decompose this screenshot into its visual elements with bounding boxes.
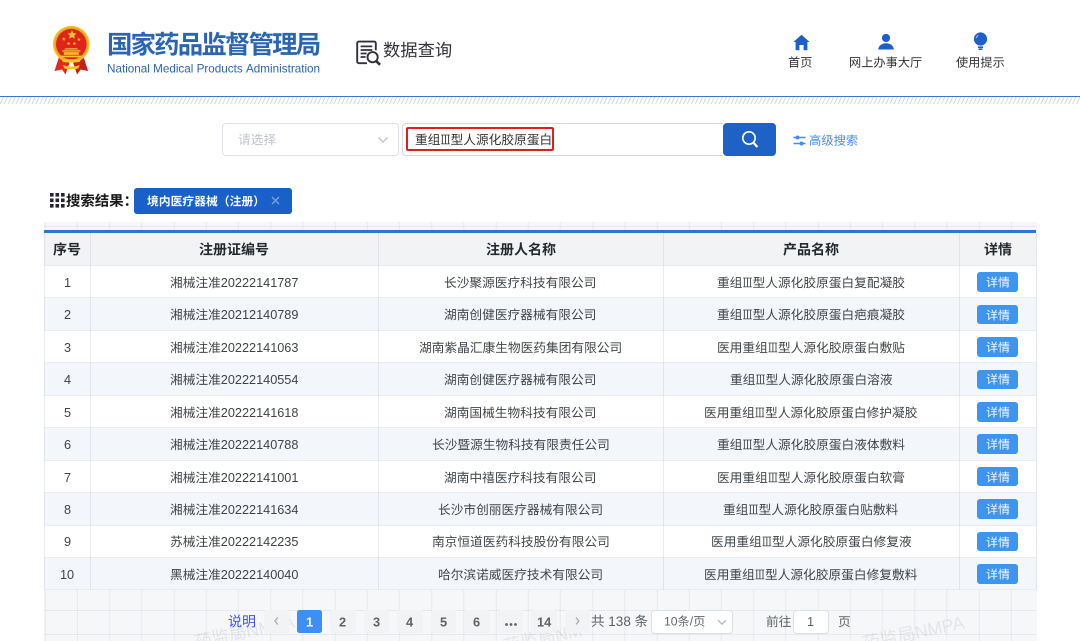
- svg-text:5: 5: [64, 406, 71, 420]
- svg-text:Products: Products: [197, 62, 243, 75]
- svg-text:20212140789: 20212140789: [221, 308, 299, 322]
- svg-text:1: 1: [807, 615, 814, 629]
- svg-text:20222140554: 20222140554: [221, 373, 299, 387]
- svg-text:6: 6: [473, 614, 480, 629]
- svg-text:4: 4: [64, 373, 71, 387]
- svg-text:9: 9: [64, 536, 71, 550]
- svg-text:14: 14: [537, 614, 552, 629]
- svg-text:Administration: Administration: [246, 62, 320, 75]
- svg-text:National: National: [107, 62, 150, 75]
- svg-text:1: 1: [64, 276, 71, 290]
- svg-text:5: 5: [440, 614, 447, 629]
- svg-text:8: 8: [64, 503, 71, 517]
- svg-text:20222141001: 20222141001: [221, 471, 299, 485]
- svg-text:7: 7: [64, 471, 71, 485]
- svg-text:20222141618: 20222141618: [221, 406, 299, 420]
- svg-text:3: 3: [64, 341, 71, 355]
- svg-text:10: 10: [60, 568, 74, 582]
- svg-text:4: 4: [406, 614, 414, 629]
- svg-text:20222141634: 20222141634: [221, 503, 299, 517]
- svg-text:1: 1: [306, 614, 313, 629]
- svg-text:20222141787: 20222141787: [221, 276, 299, 290]
- svg-text:20222140040: 20222140040: [221, 568, 299, 582]
- svg-text:2: 2: [339, 614, 346, 629]
- svg-text:Medical: Medical: [153, 62, 193, 75]
- svg-text:20222140788: 20222140788: [221, 438, 299, 452]
- svg-text:10: 10: [664, 615, 678, 629]
- svg-text:/: /: [690, 615, 694, 629]
- svg-text:2: 2: [64, 308, 71, 322]
- svg-text:138: 138: [608, 614, 631, 629]
- svg-text:6: 6: [64, 438, 71, 452]
- svg-text:3: 3: [373, 614, 380, 629]
- svg-text:20222142235: 20222142235: [221, 536, 299, 550]
- svg-text:20222141063: 20222141063: [221, 341, 299, 355]
